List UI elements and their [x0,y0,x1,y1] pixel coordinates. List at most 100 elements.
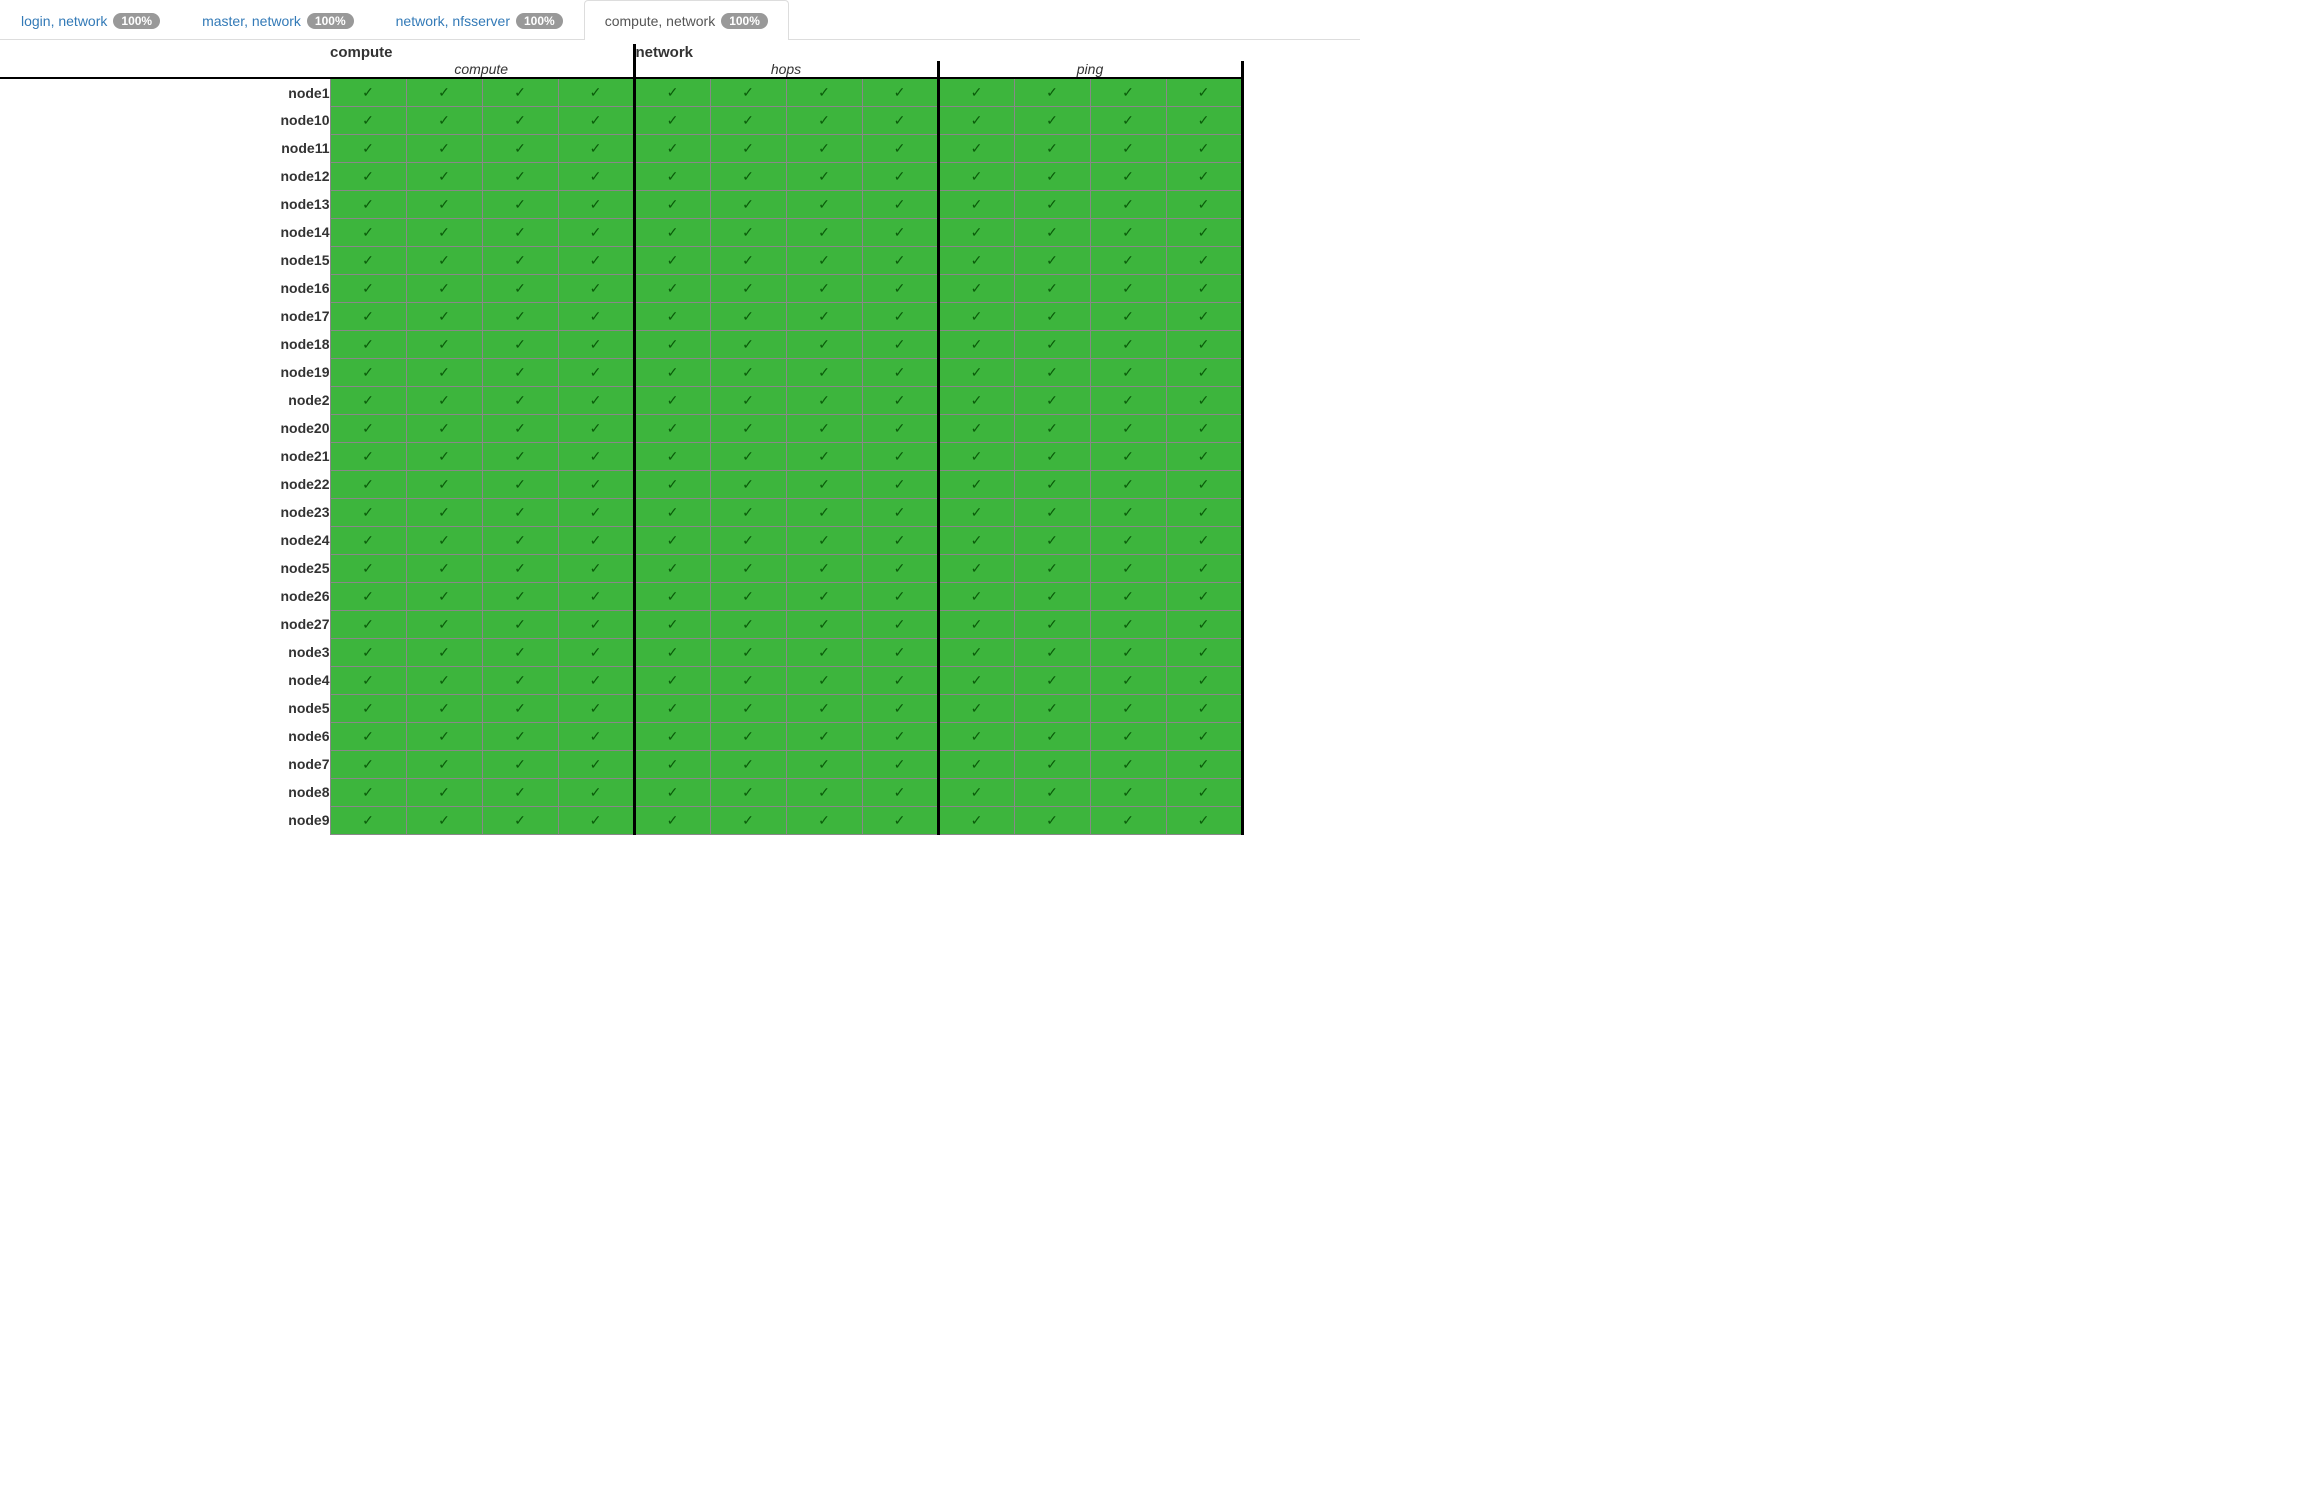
result-cell[interactable]: ✓ [786,582,862,610]
result-cell[interactable]: ✓ [1014,806,1090,834]
result-cell[interactable]: ✓ [558,106,634,134]
result-cell[interactable]: ✓ [1090,78,1166,106]
result-cell[interactable]: ✓ [1014,470,1090,498]
result-cell[interactable]: ✓ [406,498,482,526]
result-cell[interactable]: ✓ [938,638,1014,666]
result-cell[interactable]: ✓ [558,246,634,274]
result-cell[interactable]: ✓ [330,106,406,134]
tab-network-nfsserver[interactable]: network, nfsserver 100% [375,0,584,40]
result-cell[interactable]: ✓ [634,750,710,778]
result-cell[interactable]: ✓ [482,582,558,610]
result-cell[interactable]: ✓ [406,610,482,638]
result-cell[interactable]: ✓ [330,162,406,190]
result-cell[interactable]: ✓ [1166,106,1242,134]
result-cell[interactable]: ✓ [406,274,482,302]
result-cell[interactable]: ✓ [558,414,634,442]
result-cell[interactable]: ✓ [482,470,558,498]
result-cell[interactable]: ✓ [634,554,710,582]
result-cell[interactable]: ✓ [330,414,406,442]
result-cell[interactable]: ✓ [634,414,710,442]
result-cell[interactable]: ✓ [558,162,634,190]
result-cell[interactable]: ✓ [786,442,862,470]
result-cell[interactable]: ✓ [1090,582,1166,610]
result-cell[interactable]: ✓ [862,190,938,218]
tab-master-network[interactable]: master, network 100% [181,0,375,40]
result-cell[interactable]: ✓ [938,806,1014,834]
result-cell[interactable]: ✓ [558,582,634,610]
result-cell[interactable]: ✓ [1090,498,1166,526]
result-cell[interactable]: ✓ [330,358,406,386]
result-cell[interactable]: ✓ [558,526,634,554]
result-cell[interactable]: ✓ [1166,526,1242,554]
result-cell[interactable]: ✓ [1090,106,1166,134]
result-cell[interactable]: ✓ [862,638,938,666]
result-cell[interactable]: ✓ [482,330,558,358]
result-cell[interactable]: ✓ [330,722,406,750]
result-cell[interactable]: ✓ [482,638,558,666]
result-cell[interactable]: ✓ [330,638,406,666]
result-cell[interactable]: ✓ [786,386,862,414]
result-cell[interactable]: ✓ [406,78,482,106]
result-cell[interactable]: ✓ [1014,554,1090,582]
result-cell[interactable]: ✓ [482,358,558,386]
result-cell[interactable]: ✓ [1090,302,1166,330]
result-cell[interactable]: ✓ [862,330,938,358]
result-cell[interactable]: ✓ [938,134,1014,162]
result-cell[interactable]: ✓ [1014,414,1090,442]
result-cell[interactable]: ✓ [634,498,710,526]
result-cell[interactable]: ✓ [710,442,786,470]
result-cell[interactable]: ✓ [938,582,1014,610]
result-cell[interactable]: ✓ [710,358,786,386]
result-cell[interactable]: ✓ [786,162,862,190]
result-cell[interactable]: ✓ [938,330,1014,358]
result-cell[interactable]: ✓ [1090,162,1166,190]
result-cell[interactable]: ✓ [634,274,710,302]
result-cell[interactable]: ✓ [406,694,482,722]
result-cell[interactable]: ✓ [1166,666,1242,694]
result-cell[interactable]: ✓ [634,162,710,190]
result-cell[interactable]: ✓ [1166,302,1242,330]
result-cell[interactable]: ✓ [558,302,634,330]
result-cell[interactable]: ✓ [786,190,862,218]
result-cell[interactable]: ✓ [710,582,786,610]
result-cell[interactable]: ✓ [330,218,406,246]
result-cell[interactable]: ✓ [938,190,1014,218]
result-cell[interactable]: ✓ [406,582,482,610]
result-cell[interactable]: ✓ [1014,638,1090,666]
result-cell[interactable]: ✓ [406,246,482,274]
result-cell[interactable]: ✓ [862,358,938,386]
result-cell[interactable]: ✓ [482,526,558,554]
result-cell[interactable]: ✓ [938,666,1014,694]
result-cell[interactable]: ✓ [862,722,938,750]
result-cell[interactable]: ✓ [1014,78,1090,106]
result-cell[interactable]: ✓ [1090,330,1166,358]
result-cell[interactable]: ✓ [938,554,1014,582]
result-cell[interactable]: ✓ [482,78,558,106]
result-cell[interactable]: ✓ [1014,330,1090,358]
result-cell[interactable]: ✓ [1166,358,1242,386]
result-cell[interactable]: ✓ [938,526,1014,554]
result-cell[interactable]: ✓ [558,666,634,694]
result-cell[interactable]: ✓ [1014,246,1090,274]
result-cell[interactable]: ✓ [786,778,862,806]
result-cell[interactable]: ✓ [482,610,558,638]
result-cell[interactable]: ✓ [558,386,634,414]
result-cell[interactable]: ✓ [862,806,938,834]
result-cell[interactable]: ✓ [634,302,710,330]
result-cell[interactable]: ✓ [634,610,710,638]
result-cell[interactable]: ✓ [786,330,862,358]
result-cell[interactable]: ✓ [330,582,406,610]
result-cell[interactable]: ✓ [482,806,558,834]
result-cell[interactable]: ✓ [786,722,862,750]
result-cell[interactable]: ✓ [634,246,710,274]
result-cell[interactable]: ✓ [482,498,558,526]
result-cell[interactable]: ✓ [1166,162,1242,190]
result-cell[interactable]: ✓ [406,554,482,582]
result-cell[interactable]: ✓ [938,442,1014,470]
result-cell[interactable]: ✓ [558,330,634,358]
result-cell[interactable]: ✓ [710,638,786,666]
result-cell[interactable]: ✓ [330,274,406,302]
result-cell[interactable]: ✓ [1014,694,1090,722]
result-cell[interactable]: ✓ [938,750,1014,778]
result-cell[interactable]: ✓ [330,666,406,694]
